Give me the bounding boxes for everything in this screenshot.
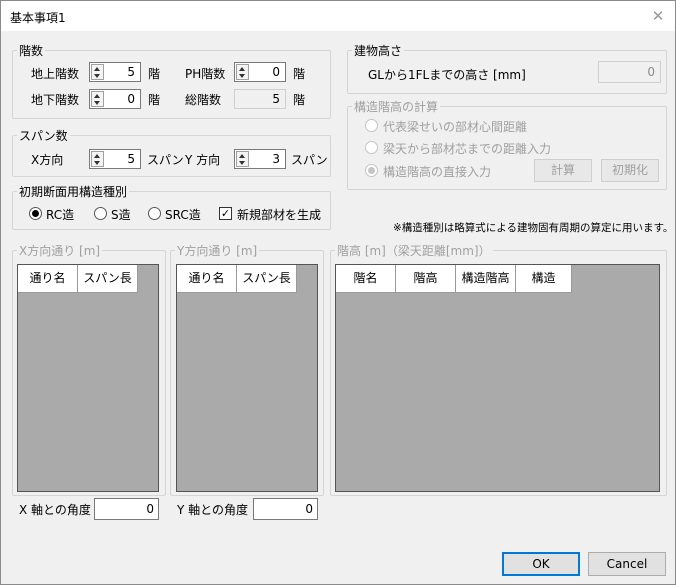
- span-x-unit: スパン: [147, 153, 184, 167]
- calc-button[interactable]: 計算: [534, 159, 592, 182]
- cancel-button[interactable]: Cancel: [588, 552, 666, 576]
- x-angle-label: X 軸との角度: [19, 503, 91, 517]
- y-grid-header-span[interactable]: スパン長: [237, 265, 297, 293]
- total-floors-label: 総階数: [185, 93, 222, 107]
- ph-floors-spinner[interactable]: 0: [234, 62, 286, 82]
- ph-floors-value: 0: [272, 65, 280, 79]
- spinner-arrows-icon[interactable]: [91, 151, 104, 167]
- x-grid-table[interactable]: 通り名 スパン長: [17, 264, 159, 492]
- radio-src-label[interactable]: SRC造: [165, 206, 201, 223]
- gl-height-label: GLから1FLまでの高さ [mm]: [368, 68, 526, 82]
- story-grid-header-structural-height[interactable]: 構造階高: [456, 265, 516, 293]
- radio-story-opt2[interactable]: [365, 141, 378, 154]
- story-grid-legend: 階高 [m]（梁天距離[mm]）: [337, 244, 491, 258]
- radio-story-opt3-label[interactable]: 構造階高の直接入力: [383, 163, 491, 180]
- radio-story-opt1-label[interactable]: 代表梁せいの部材心間距離: [383, 118, 527, 135]
- above-floors-value: 5: [127, 65, 135, 79]
- spinner-arrows-icon[interactable]: [91, 64, 104, 80]
- total-floors-value: 5: [272, 92, 280, 106]
- gl-height-value: 0: [647, 65, 655, 79]
- title-bar: 基本事項1 ✕: [1, 1, 675, 31]
- x-grid-header-span[interactable]: スパン長: [78, 265, 138, 293]
- gl-height-field: 0: [598, 61, 661, 83]
- span-y-label: Y 方向: [185, 153, 221, 167]
- below-floors-value: 0: [127, 92, 135, 106]
- generate-members-checkbox[interactable]: ✓: [219, 207, 232, 220]
- x-angle-input[interactable]: 0: [94, 498, 159, 520]
- x-grid-header-name[interactable]: 通り名: [18, 265, 78, 293]
- above-floors-label: 地上階数: [31, 67, 80, 81]
- radio-rc-label[interactable]: RC造: [46, 206, 74, 223]
- radio-s[interactable]: [94, 207, 107, 220]
- span-y-value: 3: [272, 152, 280, 166]
- above-floors-spinner[interactable]: 5: [89, 62, 141, 82]
- below-floors-label: 地下階数: [31, 93, 80, 107]
- story-grid-header-structure[interactable]: 構造: [516, 265, 572, 293]
- spinner-arrows-icon[interactable]: [236, 151, 249, 167]
- span-y-spinner[interactable]: 3: [234, 149, 286, 169]
- span-legend: スパン数: [19, 129, 68, 143]
- below-floors-unit: 階: [148, 93, 161, 107]
- radio-src[interactable]: [148, 207, 161, 220]
- structure-legend: 初期断面用構造種別: [19, 185, 128, 199]
- floors-legend: 階数: [19, 44, 44, 58]
- total-floors-unit: 階: [293, 93, 306, 107]
- structure-note: ※構造種別は略算式による建物固有周期の算定に用います。: [393, 222, 674, 234]
- story-calc-legend: 構造階高の計算: [354, 100, 439, 114]
- above-floors-unit: 階: [148, 67, 161, 81]
- x-angle-value: 0: [146, 502, 154, 516]
- y-angle-label: Y 軸との角度: [177, 503, 249, 517]
- dialog-window: 基本事項1 ✕ 階数 地上階数 5 階 地下階数 0 階 PH階数 0 階 総階…: [0, 0, 676, 585]
- generate-members-label[interactable]: 新規部材を生成: [237, 206, 321, 223]
- ph-floors-unit: 階: [293, 67, 306, 81]
- radio-rc[interactable]: [29, 207, 42, 220]
- below-floors-spinner[interactable]: 0: [89, 89, 141, 109]
- y-grid-header-name[interactable]: 通り名: [177, 265, 237, 293]
- total-floors-field: 5: [234, 89, 286, 109]
- story-grid-header-height[interactable]: 階高: [396, 265, 456, 293]
- span-x-value: 5: [127, 152, 135, 166]
- ph-floors-label: PH階数: [185, 67, 226, 81]
- y-grid-table[interactable]: 通り名 スパン長: [176, 264, 318, 492]
- close-icon[interactable]: ✕: [647, 5, 669, 27]
- spinner-arrows-icon[interactable]: [91, 91, 104, 107]
- radio-story-opt1[interactable]: [365, 119, 378, 132]
- radio-s-label[interactable]: S造: [111, 206, 131, 223]
- window-title: 基本事項1: [10, 11, 66, 25]
- y-angle-input[interactable]: 0: [253, 498, 318, 520]
- span-x-label: X方向: [31, 153, 64, 167]
- spinner-arrows-icon[interactable]: [236, 64, 249, 80]
- building-height-legend: 建物高さ: [354, 44, 403, 58]
- reset-button[interactable]: 初期化: [601, 159, 659, 182]
- story-grid-header-name[interactable]: 階名: [336, 265, 396, 293]
- story-grid-table[interactable]: 階名 階高 構造階高 構造: [335, 264, 660, 492]
- span-x-spinner[interactable]: 5: [89, 149, 141, 169]
- span-y-unit: スパン: [291, 153, 328, 167]
- ok-button[interactable]: OK: [502, 552, 580, 576]
- y-grid-legend: Y方向通り [m]: [177, 244, 258, 258]
- radio-story-opt2-label[interactable]: 梁天から部材芯までの距離入力: [383, 140, 551, 157]
- x-grid-legend: X方向通り [m]: [19, 244, 101, 258]
- radio-story-opt3[interactable]: [365, 164, 378, 177]
- y-angle-value: 0: [305, 502, 313, 516]
